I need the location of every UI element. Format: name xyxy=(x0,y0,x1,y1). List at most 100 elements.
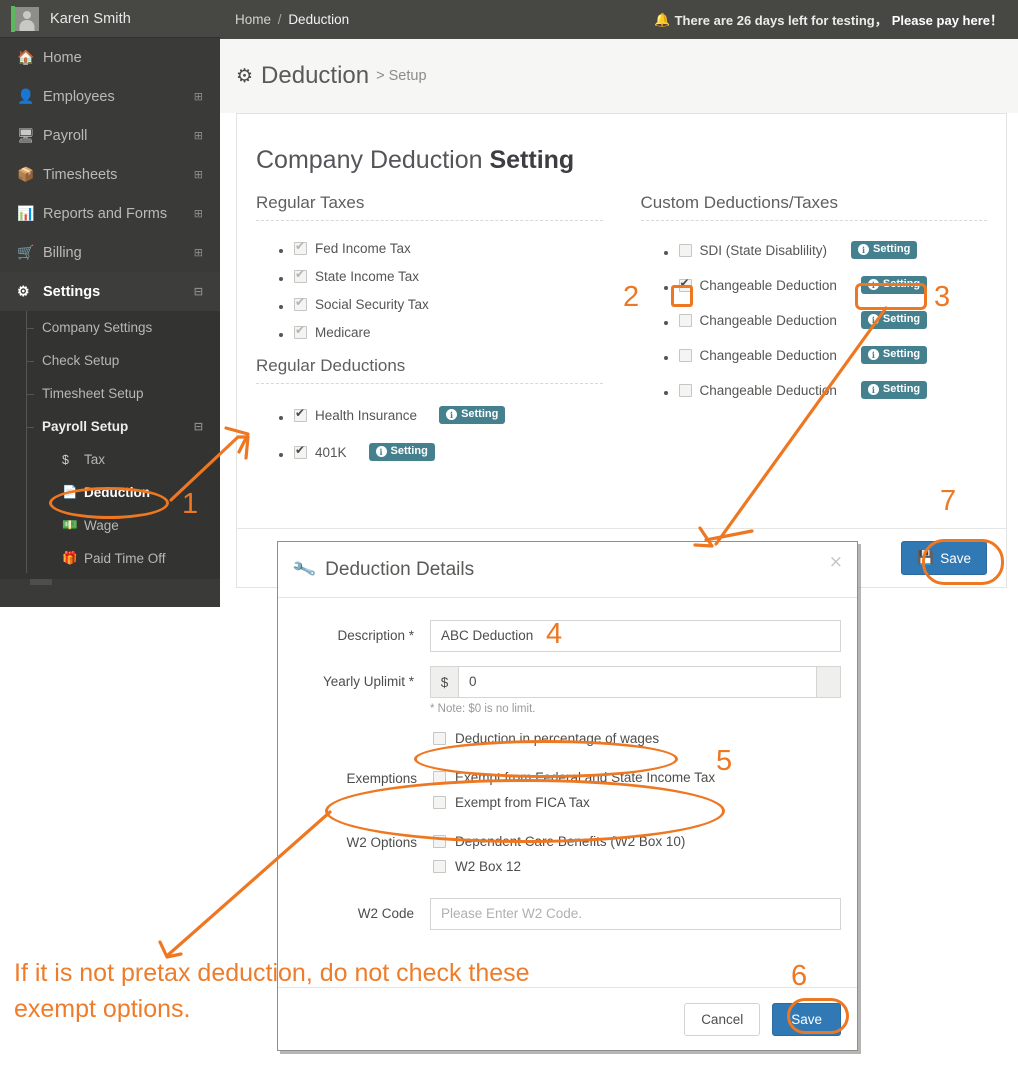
list-item: Changeable Deduction i Setting xyxy=(678,311,988,329)
expander-icon[interactable]: ⊟ xyxy=(194,285,203,298)
checkbox-row-percentage[interactable]: Deduction in percentage of wages xyxy=(433,731,841,746)
divider xyxy=(256,220,603,221)
checkbox-row-w2-box-12[interactable]: W2 Box 12 xyxy=(433,859,841,874)
sidebar-item-reports-and-forms[interactable]: 📊 Reports and Forms ⊞ xyxy=(0,194,220,233)
checkbox-sdi[interactable] xyxy=(678,243,692,257)
setting-button-label: Setting xyxy=(882,313,921,325)
list-item-label: Changeable Deduction xyxy=(699,347,837,363)
list-item-label: Changeable Deduction xyxy=(699,277,837,293)
trial-notice: 🔔 There are 26 days left for testing， Pl… xyxy=(654,10,1003,29)
custom-deductions-list: SDI (State Disablility) i Setting Change… xyxy=(641,241,988,399)
description-label: Description * xyxy=(337,628,414,643)
sidebar-item-wage[interactable]: 💵 Wage xyxy=(0,509,220,542)
sidebar-item-label: Employees xyxy=(43,88,115,105)
expander-icon[interactable]: ⊟ xyxy=(194,420,203,433)
field-row-yearly-uplimit: Yearly Uplimit * $ 0 * Note: $0 is no li… xyxy=(294,666,841,715)
setting-button-changeable-deduction-1[interactable]: i Setting xyxy=(860,276,928,294)
sidebar-item-settings[interactable]: ⚙ Settings ⊟ xyxy=(0,272,220,311)
money-icon: 💵 xyxy=(62,518,78,532)
sidebar-item-billing[interactable]: 🛒 Billing ⊞ xyxy=(0,233,220,272)
info-icon: i xyxy=(446,409,458,420)
modal-body: Description * ABC Deduction Yearly Uplim… xyxy=(278,598,857,930)
sidebar-submenu-settings: Company Settings Check Setup Timesheet S… xyxy=(0,311,220,579)
sidebar-item-tax[interactable]: $ Tax xyxy=(0,443,220,476)
field-row-description: Description * ABC Deduction xyxy=(294,620,841,652)
wrench-icon: 🔧 xyxy=(291,556,318,582)
setting-button-changeable-deduction-2[interactable]: i Setting xyxy=(860,311,928,329)
checkbox-changeable-deduction-3[interactable] xyxy=(678,348,692,362)
sidebar-item-paid-time-off[interactable]: 🎁 Paid Time Off xyxy=(0,542,220,575)
pay-here-link[interactable]: Please pay here！ xyxy=(892,10,1003,29)
setting-button-label: Setting xyxy=(461,408,499,420)
w2-code-label: W2 Code xyxy=(357,906,414,921)
checkbox-changeable-deduction-4[interactable] xyxy=(678,383,692,397)
close-icon[interactable]: × xyxy=(829,554,843,571)
trial-notice-text: There are 26 days left for testing， xyxy=(674,13,888,28)
breadcrumb-home[interactable]: Home xyxy=(235,12,271,27)
setting-button-health-insurance[interactable]: i Setting xyxy=(439,406,506,424)
setting-button-401k[interactable]: i Setting xyxy=(368,443,435,461)
expander-icon[interactable]: ⊞ xyxy=(194,207,203,220)
section-heading-regular-deductions: Regular Deductions xyxy=(256,356,406,375)
expander-icon[interactable]: ⊞ xyxy=(194,129,203,142)
info-icon: i xyxy=(867,279,879,290)
checkbox-state-income-tax[interactable] xyxy=(294,267,307,283)
sidebar-item-employees[interactable]: 👤 Employees ⊞ xyxy=(0,77,220,116)
setting-button-changeable-deduction-3[interactable]: i Setting xyxy=(860,346,928,364)
cart-icon: 🛒 xyxy=(17,244,35,260)
sidebar-item-deduction[interactable]: 📄 Deduction xyxy=(0,476,220,509)
divider xyxy=(640,220,987,221)
expander-icon[interactable]: ⊞ xyxy=(194,90,203,103)
divider xyxy=(256,383,603,384)
sidebar-item-label: Settings xyxy=(43,283,101,300)
expander-icon[interactable]: ⊞ xyxy=(194,246,203,259)
checkbox-medicare[interactable] xyxy=(294,323,307,339)
sidebar-item-label: Timesheet Setup xyxy=(42,386,144,401)
checkbox-exempt-federal-state-income-tax[interactable] xyxy=(433,771,446,784)
list-item: Fed Income Tax xyxy=(294,239,603,256)
checkbox-fed-income-tax[interactable] xyxy=(294,239,307,255)
checkbox-row-dependent-care[interactable]: Dependent Care Benefits (W2 Box 10) xyxy=(433,834,841,849)
regular-taxes-list: Fed Income Tax State Income Tax Social S… xyxy=(256,239,603,340)
checkbox-changeable-deduction-2[interactable] xyxy=(678,313,692,327)
checkbox-row-exempt-fica[interactable]: Exempt from FICA Tax xyxy=(433,795,841,810)
monitor-icon: 🖥 xyxy=(17,127,35,143)
sidebar-item-company-settings[interactable]: Company Settings xyxy=(0,311,220,344)
checkbox-social-security-tax[interactable] xyxy=(294,295,307,311)
checkbox-health-insurance[interactable] xyxy=(294,406,307,422)
list-item: Social Security Tax xyxy=(294,295,603,312)
yearly-uplimit-input[interactable]: 0 xyxy=(458,666,817,698)
setting-button-changeable-deduction-4[interactable]: i Setting xyxy=(860,381,928,399)
sidebar-item-timesheet-setup[interactable]: Timesheet Setup xyxy=(0,377,220,410)
w2-code-input[interactable]: Please Enter W2 Code. xyxy=(430,898,841,930)
setting-button-sdi[interactable]: i Setting xyxy=(851,241,918,259)
checkbox-dependent-care-benefits[interactable] xyxy=(433,835,446,848)
checkbox-row-exempt-federal-state[interactable]: Exempt from Federal and State Income Tax xyxy=(433,770,841,785)
topbar: Home / Deduction 🔔 There are 26 days lef… xyxy=(220,0,1018,39)
cancel-button[interactable]: Cancel xyxy=(684,1002,761,1036)
checkbox-changeable-deduction-1[interactable] xyxy=(678,276,692,292)
sidebar-item-payroll-setup[interactable]: Payroll Setup ⊟ xyxy=(0,410,220,443)
exemptions-label: Exemptions xyxy=(346,771,417,786)
section-heading-regular-taxes: Regular Taxes xyxy=(256,193,365,212)
checkbox-401k[interactable] xyxy=(294,443,307,459)
page-header: ⚙ Deduction > Setup xyxy=(220,39,1018,113)
sidebar-item-home[interactable]: 🏠 Home xyxy=(0,38,220,77)
sidebar-user-box[interactable]: Karen Smith xyxy=(0,0,220,38)
modal-save-button[interactable]: Save xyxy=(772,1002,841,1036)
checkbox-exempt-fica-tax[interactable] xyxy=(433,796,446,809)
sidebar-item-payroll[interactable]: 🖥 Payroll ⊞ xyxy=(0,116,220,155)
list-item-label: 401K xyxy=(315,444,347,460)
list-item-label: SDI (State Disablility) xyxy=(699,242,828,258)
info-icon: i xyxy=(375,446,387,457)
list-item-label: Health Insurance xyxy=(315,407,418,423)
expander-icon[interactable]: ⊞ xyxy=(194,168,203,181)
sidebar-item-check-setup[interactable]: Check Setup xyxy=(0,344,220,377)
checkbox-w2-box-12[interactable] xyxy=(433,860,446,873)
description-input[interactable]: ABC Deduction xyxy=(430,620,841,652)
checkbox-label: Dependent Care Benefits (W2 Box 10) xyxy=(455,834,686,849)
checkbox-deduction-percentage[interactable] xyxy=(433,732,446,745)
save-button[interactable]: 💾 Save xyxy=(901,541,987,575)
sidebar-item-timesheets[interactable]: 📦 Timesheets ⊞ xyxy=(0,155,220,194)
sidebar-item-label: Billing xyxy=(43,244,82,261)
